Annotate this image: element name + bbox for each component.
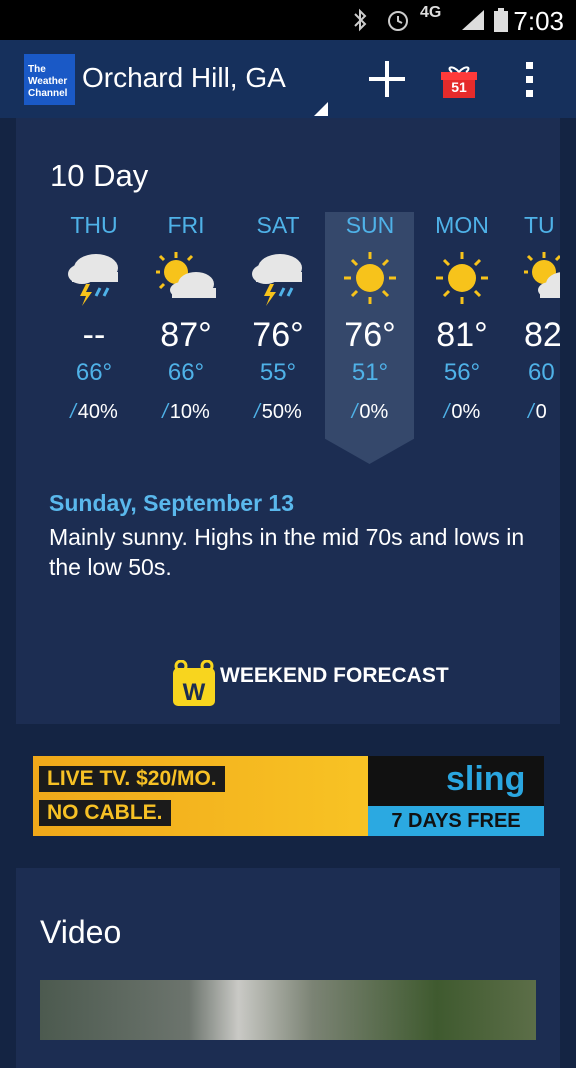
high-temp: 76° bbox=[344, 316, 396, 354]
raindrop-icon: / bbox=[351, 401, 358, 423]
weekend-icon-letter: W bbox=[183, 679, 206, 706]
raindrop-icon: / bbox=[528, 401, 534, 423]
day-column-sun[interactable]: SUN 76° 51° /0% bbox=[326, 212, 414, 424]
overflow-menu-button[interactable] bbox=[520, 60, 540, 100]
dropdown-triangle-icon[interactable] bbox=[314, 102, 328, 116]
precip-value: 40% bbox=[77, 401, 118, 423]
ad-left-panel: LIVE TV. $20/MO. NO CABLE. bbox=[33, 756, 368, 836]
clock: 7:03 bbox=[513, 6, 564, 36]
day-column-thu[interactable]: THU -- 66° /40% bbox=[50, 212, 138, 424]
precip-value: 10% bbox=[169, 401, 210, 423]
signal-icon bbox=[460, 8, 486, 32]
weekend-forecast-link[interactable]: WEEKEND FORECAST bbox=[220, 664, 449, 688]
day-name: SAT bbox=[256, 212, 300, 238]
low-temp: 51° bbox=[351, 359, 389, 386]
precip-chance: /0% bbox=[418, 401, 506, 424]
low-temp: 66° bbox=[75, 359, 113, 386]
day-name: FRI bbox=[167, 212, 205, 238]
high-temp: 76° bbox=[252, 316, 304, 354]
sunny-icon bbox=[338, 248, 402, 308]
partly-cloudy-icon bbox=[522, 248, 560, 308]
ten-day-card: 10 Day THU -- 66° /40% FRI 87° 66° /10% … bbox=[16, 118, 560, 724]
partly-cloudy-icon bbox=[154, 248, 218, 308]
day-name: TU bbox=[524, 212, 555, 238]
day-column-clip: TU 82 60 /0 bbox=[510, 118, 560, 724]
ad-right-panel: sling 7 DAYS FREE bbox=[368, 756, 544, 836]
precip-value: 0% bbox=[451, 401, 481, 423]
day-name: MON bbox=[435, 212, 489, 238]
video-title: Video bbox=[40, 914, 122, 950]
low-temp: 60 bbox=[528, 359, 555, 386]
more-vert-icon bbox=[526, 62, 533, 97]
alarm-icon bbox=[386, 8, 410, 38]
day-column-tue[interactable]: TU 82 60 /0 bbox=[510, 212, 560, 424]
high-temp: 82 bbox=[524, 316, 560, 354]
weather-channel-logo[interactable]: The Weather Channel bbox=[24, 54, 75, 105]
network-type: 4G bbox=[420, 4, 442, 21]
raindrop-icon: / bbox=[443, 401, 450, 423]
detail-date: Sunday, September 13 bbox=[49, 490, 294, 516]
precip-chance: /10% bbox=[142, 401, 230, 424]
precip-chance: /0% bbox=[326, 401, 414, 424]
raindrop-icon: / bbox=[254, 401, 260, 423]
precip-value: 0% bbox=[359, 401, 389, 423]
logo-text: Weather bbox=[28, 76, 68, 87]
logo-text: Channel bbox=[28, 88, 68, 99]
precip-chance: /40% bbox=[50, 401, 138, 424]
day-name: SUN bbox=[345, 212, 395, 238]
sunny-icon bbox=[430, 248, 494, 308]
app-bar: The Weather Channel Orchard Hill, GA 51 bbox=[0, 40, 576, 118]
plus-icon bbox=[369, 61, 405, 97]
ad-cta-button[interactable]: 7 DAYS FREE bbox=[368, 806, 544, 836]
battery-icon bbox=[494, 8, 508, 32]
raindrop-icon: / bbox=[162, 401, 168, 423]
detail-narrative: Mainly sunny. Highs in the mid 70s and l… bbox=[49, 524, 525, 580]
low-temp: 66° bbox=[167, 359, 205, 386]
ad-subheadline: NO CABLE. bbox=[39, 800, 171, 826]
sling-ad-banner[interactable]: LIVE TV. $20/MO. NO CABLE. sling 7 DAYS … bbox=[33, 756, 544, 836]
precip-chance: /50% bbox=[234, 401, 322, 424]
add-location-button[interactable] bbox=[366, 58, 408, 100]
raindrop-icon: / bbox=[70, 401, 76, 423]
status-bar: 4G 7:03 bbox=[0, 0, 576, 40]
day-column-sat[interactable]: SAT 76° 55° /50% bbox=[234, 212, 322, 424]
precip-chance: /0 bbox=[510, 401, 560, 424]
gift-icon: 51 bbox=[441, 66, 477, 98]
low-temp: 55° bbox=[259, 359, 297, 386]
day-column-fri[interactable]: FRI 87° 66° /10% bbox=[142, 212, 230, 424]
video-thumbnail[interactable] bbox=[40, 980, 536, 1040]
gift-button[interactable]: 51 bbox=[440, 62, 478, 100]
high-temp: 87° bbox=[160, 316, 212, 354]
gift-badge: 51 bbox=[451, 79, 467, 95]
ad-headline: LIVE TV. $20/MO. bbox=[39, 766, 225, 792]
card-title: 10 Day bbox=[50, 158, 149, 193]
video-card: Video bbox=[16, 868, 560, 1068]
thunderstorm-icon bbox=[62, 248, 126, 308]
high-temp: -- bbox=[82, 316, 106, 354]
location-selector[interactable]: Orchard Hill, GA bbox=[82, 62, 286, 94]
precip-value: 50% bbox=[261, 401, 302, 423]
sling-logo: sling bbox=[446, 760, 526, 798]
weekend-forecast-icon[interactable]: W bbox=[171, 659, 217, 708]
day-column-mon[interactable]: MON 81° 56° /0% bbox=[418, 212, 506, 424]
low-temp: 56° bbox=[443, 359, 481, 386]
thunderstorm-icon bbox=[246, 248, 310, 308]
high-temp: 81° bbox=[436, 316, 488, 354]
bluetooth-icon bbox=[350, 8, 370, 38]
logo-text: The bbox=[28, 64, 46, 75]
precip-value: 0 bbox=[535, 401, 547, 423]
day-name: THU bbox=[70, 212, 118, 238]
